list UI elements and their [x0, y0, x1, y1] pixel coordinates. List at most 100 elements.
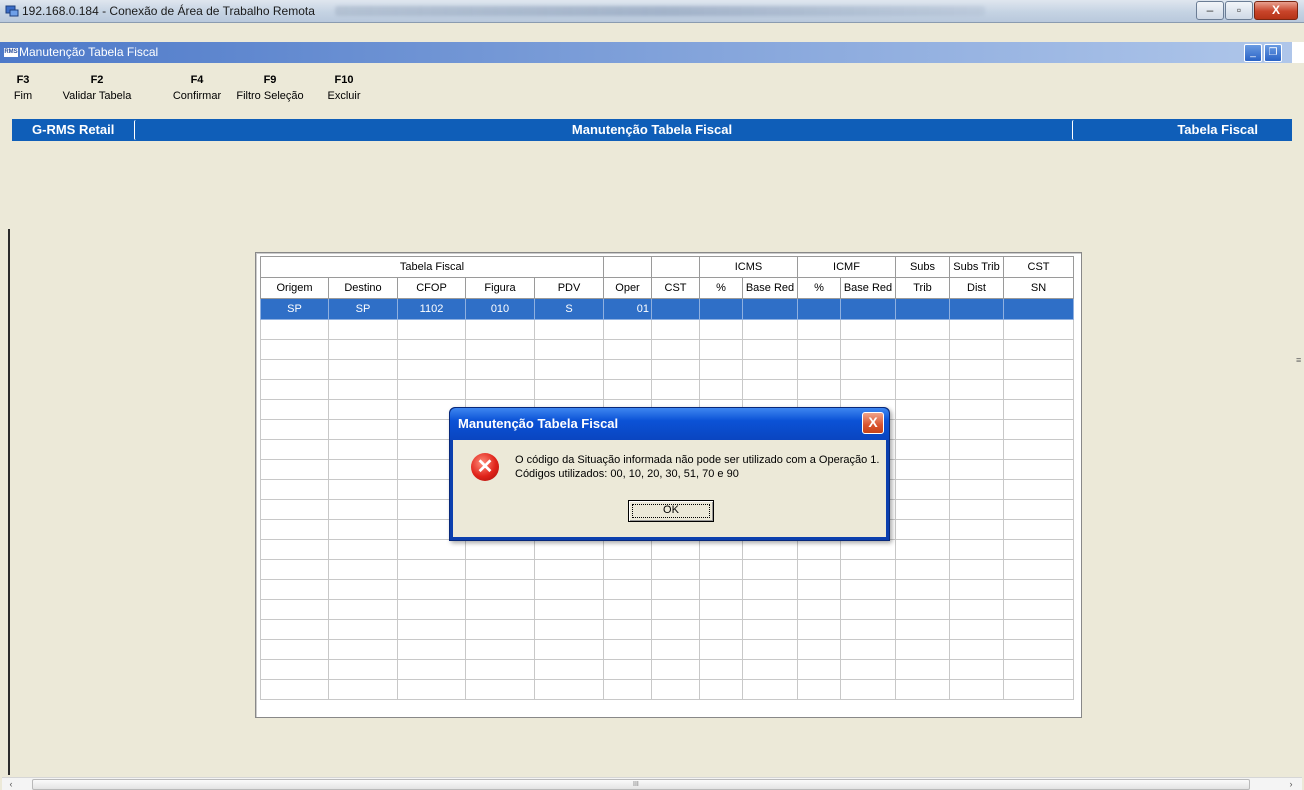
- empty-table-cell[interactable]: [328, 319, 398, 340]
- empty-table-cell[interactable]: [260, 619, 329, 640]
- empty-table-cell[interactable]: [949, 579, 1004, 600]
- empty-table-row[interactable]: [260, 359, 1074, 380]
- table-row[interactable]: SP SP 1102 010 S 01: [260, 298, 1074, 320]
- empty-table-cell[interactable]: [949, 399, 1004, 420]
- empty-table-cell[interactable]: [397, 659, 466, 680]
- empty-table-cell[interactable]: [797, 559, 841, 580]
- empty-table-cell[interactable]: [465, 599, 535, 620]
- empty-table-cell[interactable]: [603, 539, 652, 560]
- empty-table-cell[interactable]: [328, 679, 398, 700]
- empty-table-cell[interactable]: [603, 359, 652, 380]
- empty-table-cell[interactable]: [603, 319, 652, 340]
- empty-table-cell[interactable]: [949, 359, 1004, 380]
- empty-table-cell[interactable]: [895, 519, 950, 540]
- empty-table-row[interactable]: [260, 659, 1074, 680]
- empty-table-row[interactable]: [260, 339, 1074, 360]
- empty-table-cell[interactable]: [328, 659, 398, 680]
- empty-table-cell[interactable]: [397, 539, 466, 560]
- dialog-close-button[interactable]: X: [862, 412, 884, 434]
- empty-table-cell[interactable]: [328, 399, 398, 420]
- table-cell[interactable]: [895, 298, 950, 320]
- empty-table-cell[interactable]: [840, 319, 896, 340]
- empty-table-cell[interactable]: [603, 559, 652, 580]
- empty-table-cell[interactable]: [328, 519, 398, 540]
- empty-table-cell[interactable]: [328, 339, 398, 360]
- empty-table-cell[interactable]: [328, 419, 398, 440]
- column-header-cst-sn[interactable]: SN: [1003, 277, 1074, 299]
- empty-table-cell[interactable]: [328, 559, 398, 580]
- empty-table-cell[interactable]: [895, 439, 950, 460]
- table-cell[interactable]: [949, 298, 1004, 320]
- empty-table-cell[interactable]: [328, 619, 398, 640]
- empty-table-cell[interactable]: [534, 599, 604, 620]
- empty-table-cell[interactable]: [465, 639, 535, 660]
- empty-table-cell[interactable]: [534, 339, 604, 360]
- empty-table-cell[interactable]: [534, 619, 604, 640]
- empty-table-cell[interactable]: [797, 319, 841, 340]
- column-header-subs-trib[interactable]: Trib: [895, 277, 950, 299]
- empty-table-cell[interactable]: [1003, 439, 1074, 460]
- empty-table-cell[interactable]: [895, 579, 950, 600]
- empty-table-cell[interactable]: [651, 579, 700, 600]
- empty-table-cell[interactable]: [651, 379, 700, 400]
- empty-table-cell[interactable]: [260, 579, 329, 600]
- empty-table-cell[interactable]: [797, 619, 841, 640]
- empty-table-row[interactable]: [260, 599, 1074, 620]
- empty-table-cell[interactable]: [699, 539, 743, 560]
- empty-table-cell[interactable]: [895, 659, 950, 680]
- empty-table-cell[interactable]: [603, 379, 652, 400]
- toolbar-filtro-selecao-button[interactable]: F9 Filtro Seleção: [228, 74, 312, 102]
- empty-table-cell[interactable]: [949, 559, 1004, 580]
- empty-table-cell[interactable]: [895, 379, 950, 400]
- empty-table-cell[interactable]: [260, 679, 329, 700]
- empty-table-cell[interactable]: [797, 639, 841, 660]
- empty-table-cell[interactable]: [742, 639, 798, 660]
- empty-table-cell[interactable]: [534, 659, 604, 680]
- empty-table-cell[interactable]: [742, 559, 798, 580]
- empty-table-cell[interactable]: [260, 519, 329, 540]
- empty-table-cell[interactable]: [465, 619, 535, 640]
- column-header-icms-percent[interactable]: %: [699, 277, 743, 299]
- table-cell[interactable]: [797, 298, 841, 320]
- app-minimize-button[interactable]: _: [1244, 44, 1262, 62]
- empty-table-cell[interactable]: [895, 399, 950, 420]
- toolbar-fim-button[interactable]: F3 Fim: [8, 74, 38, 102]
- table-cell[interactable]: [1003, 298, 1074, 320]
- empty-table-cell[interactable]: [328, 639, 398, 660]
- empty-table-cell[interactable]: [397, 639, 466, 660]
- empty-table-cell[interactable]: [949, 639, 1004, 660]
- table-cell[interactable]: 010: [465, 298, 535, 320]
- empty-table-cell[interactable]: [328, 379, 398, 400]
- app-restore-button[interactable]: ❐: [1264, 44, 1282, 62]
- empty-table-cell[interactable]: [260, 559, 329, 580]
- column-header-pdv[interactable]: PDV: [534, 277, 604, 299]
- empty-table-cell[interactable]: [742, 579, 798, 600]
- empty-table-cell[interactable]: [895, 419, 950, 440]
- scrollbar-thumb[interactable]: III: [32, 779, 1250, 790]
- empty-table-cell[interactable]: [260, 639, 329, 660]
- empty-table-cell[interactable]: [603, 639, 652, 660]
- empty-table-cell[interactable]: [397, 599, 466, 620]
- empty-table-cell[interactable]: [397, 679, 466, 700]
- empty-table-cell[interactable]: [949, 379, 1004, 400]
- empty-table-cell[interactable]: [699, 579, 743, 600]
- empty-table-cell[interactable]: [534, 539, 604, 560]
- empty-table-cell[interactable]: [328, 479, 398, 500]
- empty-table-cell[interactable]: [949, 619, 1004, 640]
- empty-table-cell[interactable]: [651, 659, 700, 680]
- empty-table-cell[interactable]: [949, 539, 1004, 560]
- column-header-figura[interactable]: Figura: [465, 277, 535, 299]
- empty-table-cell[interactable]: [949, 339, 1004, 360]
- empty-table-cell[interactable]: [797, 379, 841, 400]
- empty-table-cell[interactable]: [895, 539, 950, 560]
- empty-table-cell[interactable]: [328, 359, 398, 380]
- empty-table-cell[interactable]: [895, 619, 950, 640]
- rdp-restore-button[interactable]: ▫: [1225, 1, 1253, 20]
- empty-table-cell[interactable]: [260, 599, 329, 620]
- empty-table-cell[interactable]: [260, 359, 329, 380]
- empty-table-cell[interactable]: [840, 679, 896, 700]
- empty-table-cell[interactable]: [328, 499, 398, 520]
- empty-table-cell[interactable]: [840, 379, 896, 400]
- empty-table-row[interactable]: [260, 559, 1074, 580]
- toolbar-confirmar-button[interactable]: F4 Confirmar: [166, 74, 228, 102]
